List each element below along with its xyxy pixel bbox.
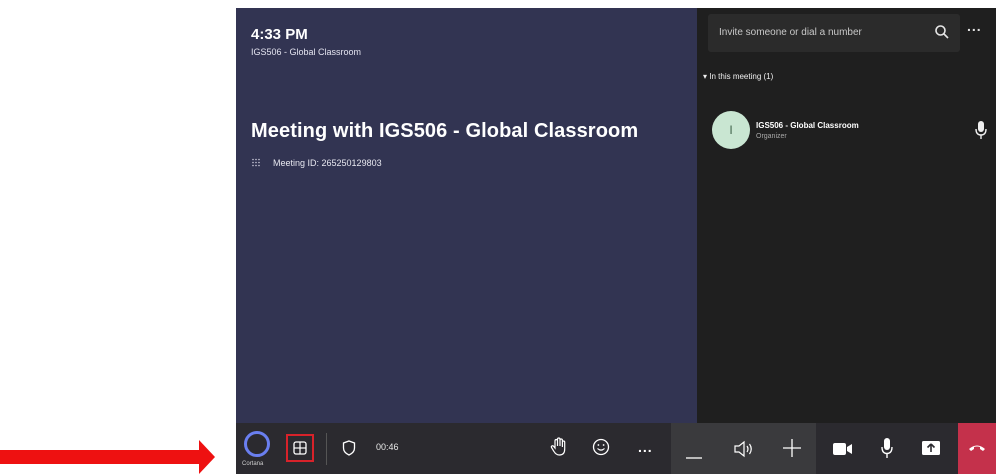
- share-screen-icon[interactable]: [922, 440, 940, 461]
- meeting-title: Meeting with IGS506 - Global Classroom: [251, 120, 639, 142]
- cortana-label: Cortana: [242, 461, 264, 467]
- smiley-icon[interactable]: [592, 438, 610, 461]
- shield-icon[interactable]: [342, 440, 356, 461]
- camera-icon[interactable]: [833, 442, 853, 461]
- chevron-down-icon: ▾: [703, 72, 708, 81]
- speaker-icon[interactable]: [733, 439, 755, 464]
- end-call-button[interactable]: [958, 423, 996, 474]
- participants-panel: Invite someone or dial a number ... ▾ In…: [697, 8, 996, 423]
- cortana-icon: [244, 431, 270, 457]
- meeting-toolbar: Cortana 00:46 ...: [236, 423, 996, 474]
- invite-search-box[interactable]: Invite someone or dial a number: [708, 14, 960, 52]
- dialpad-icon: [251, 158, 261, 168]
- meeting-stage: 4:33 PM IGS506 - Global Classroom Meetin…: [236, 8, 697, 423]
- gallery-layout-button[interactable]: [286, 434, 314, 462]
- search-icon[interactable]: [934, 24, 950, 40]
- cortana-button[interactable]: Cortana: [242, 430, 270, 467]
- participant-name: IGS506 - Global Classroom: [756, 121, 859, 130]
- meeting-id-row: Meeting ID: 265250129803: [251, 158, 382, 168]
- in-meeting-label: In this meeting (1): [709, 72, 774, 81]
- annotation-arrow-head: [199, 440, 215, 474]
- grid-layout-icon: [293, 441, 307, 455]
- volume-up-icon[interactable]: [783, 439, 801, 462]
- raise-hand-icon[interactable]: [550, 437, 568, 462]
- microphone-icon[interactable]: [880, 437, 894, 464]
- call-timer: 00:46: [376, 442, 399, 452]
- avatar: I: [712, 111, 750, 149]
- panel-more-options-button[interactable]: ...: [967, 18, 982, 34]
- more-options-button[interactable]: ...: [638, 439, 653, 455]
- microphone-icon[interactable]: [974, 120, 988, 140]
- teams-window: 4:33 PM IGS506 - Global Classroom Meetin…: [236, 8, 996, 474]
- participant-role: Organizer: [756, 133, 787, 140]
- volume-controls: [671, 423, 816, 474]
- channel-name: IGS506 - Global Classroom: [251, 47, 362, 57]
- meeting-id-text: Meeting ID: 265250129803: [273, 158, 382, 168]
- in-meeting-section-header[interactable]: ▾ In this meeting (1): [703, 72, 773, 81]
- annotation-arrow: [0, 450, 200, 464]
- invite-placeholder[interactable]: Invite someone or dial a number: [719, 27, 862, 38]
- toolbar-divider: [326, 433, 327, 465]
- clock-time: 4:33 PM: [251, 26, 308, 43]
- volume-down-icon[interactable]: [686, 447, 702, 465]
- participant-row[interactable]: I IGS506 - Global Classroom Organizer: [712, 111, 987, 151]
- hang-up-icon: [969, 445, 985, 451]
